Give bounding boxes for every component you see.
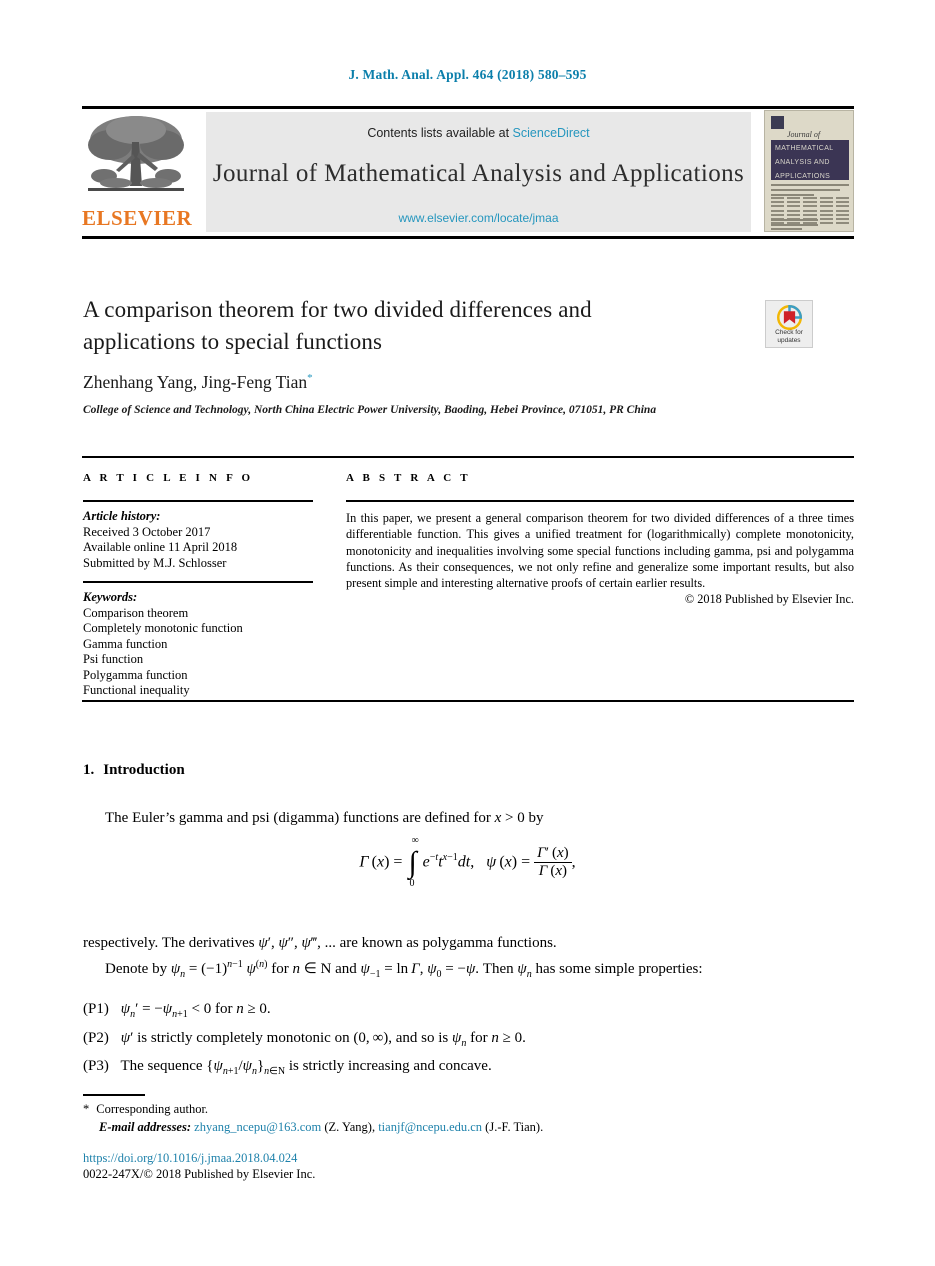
- display-equation-1: Γ (x) = ∞ ∫ 0 e−ttx−1dt, ψ (x) = Γ′ (x) Γ …: [359, 835, 576, 890]
- intro-line-respectively: respectively. The derivatives ψ′, ψ″, ψ‴…: [83, 935, 557, 951]
- keywords-block: Keywords: Comparison theorem Completely …: [83, 590, 313, 699]
- keyword-item: Completely monotonic function: [83, 621, 243, 635]
- property-text: ψ′ is strictly completely monotonic on (…: [120, 1029, 526, 1049]
- footnote-rule: [83, 1094, 145, 1096]
- email-addresses-note: E-mail addresses: zhyang_ncepu@163.com (…: [99, 1118, 783, 1136]
- keyword-item: Polygamma function: [83, 667, 188, 682]
- crossmark-line1: Check for: [775, 329, 803, 336]
- masthead-bottom-rule: [82, 236, 854, 239]
- masthead-top-rule: [82, 106, 854, 109]
- email-link-yang[interactable]: zhyang_ncepu@163.com: [194, 1120, 321, 1134]
- email-owner-tian: (J.-F. Tian).: [485, 1120, 544, 1134]
- journal-cover-thumbnail: Journal of MATHEMATICAL ANALYSIS AND APP…: [764, 110, 854, 232]
- property-item: (P2) ψ′ is strictly completely monotonic…: [83, 1027, 855, 1056]
- property-item: (P3) The sequence {ψn+1/ψn}n∈N is strict…: [83, 1055, 855, 1084]
- integral-sign-icon: ∞ ∫ 0: [408, 835, 419, 890]
- properties-list: (P1) ψn′ = −ψn+1 < 0 for n ≥ 0. (P2) ψ′ …: [83, 998, 855, 1084]
- running-head: J. Math. Anal. Appl. 464 (2018) 580–595: [348, 67, 587, 82]
- journal-masthead: ELSEVIER Contents lists available at Sci…: [82, 110, 854, 234]
- article-history-block: Article history: Received 3 October 2017…: [83, 509, 313, 571]
- crossmark-label: Check for updates: [766, 329, 812, 345]
- keyword-item: Psi function: [83, 652, 144, 666]
- footnote-block: * Corresponding author. E-mail addresses:…: [83, 1100, 783, 1136]
- article-history-label: Article history:: [83, 509, 161, 523]
- property-tag: (P3): [83, 1058, 109, 1074]
- keywords-rule: [83, 581, 313, 583]
- section-title: Introduction: [103, 762, 185, 778]
- cover-title-line1: MATHEMATICAL: [775, 145, 834, 152]
- email-label: E-mail addresses:: [99, 1120, 192, 1134]
- cover-publisher-logo-icon: [771, 116, 784, 129]
- journal-url[interactable]: www.elsevier.com/locate/jmaa: [206, 211, 751, 225]
- footnote-marker: *: [83, 1102, 90, 1116]
- article-info-heading: A R T I C L E I N F O: [83, 472, 254, 484]
- keywords-label: Keywords:: [83, 590, 138, 604]
- author-list: Zhenhang Yang, Jing-Feng Tian*: [83, 372, 313, 393]
- abstract-rule: [346, 500, 854, 502]
- elsevier-logo: ELSEVIER: [82, 110, 192, 234]
- article-info-column: A R T I C L E I N F O Article history: R…: [83, 472, 313, 699]
- history-item: Available online 11 April 2018: [83, 540, 238, 554]
- info-section-top-rule: [82, 456, 854, 458]
- elsevier-tree-icon: [88, 116, 184, 191]
- cover-title-line3: APPLICATIONS: [775, 173, 831, 180]
- affiliation: College of Science and Technology, North…: [83, 404, 657, 416]
- journal-title: Journal of Mathematical Analysis and App…: [212, 160, 745, 187]
- abstract-text: In this paper, we present a general comp…: [346, 511, 854, 591]
- cover-title-line2: ANALYSIS AND: [775, 159, 830, 166]
- info-section-bottom-rule: [82, 700, 854, 702]
- intro-line-denote: Denote by ψn = (−1)n−1 ψ(n) for n ∈ N an…: [105, 959, 703, 980]
- property-tag: (P1): [83, 1001, 109, 1017]
- doi-block: https://doi.org/10.1016/j.jmaa.2018.04.0…: [83, 1150, 315, 1182]
- property-item: (P1) ψn′ = −ψn+1 < 0 for n ≥ 0.: [83, 998, 855, 1027]
- email-link-tian[interactable]: tianjf@ncepu.edu.cn: [378, 1120, 482, 1134]
- email-owner-yang: (Z. Yang),: [324, 1120, 376, 1134]
- article-info-rule: [83, 500, 313, 502]
- property-text: ψn′ = −ψn+1 < 0 for n ≥ 0.: [120, 1001, 271, 1020]
- author-names: Zhenhang Yang, Jing-Feng Tian: [83, 372, 308, 392]
- elsevier-wordmark: ELSEVIER: [82, 206, 193, 230]
- abstract-column: A B S T R A C T In this paper, we presen…: [346, 472, 854, 607]
- history-item: Submitted by M.J. Schlosser: [83, 555, 227, 570]
- contents-line: Contents lists available at ScienceDirec…: [206, 126, 751, 140]
- paper-page: J. Math. Anal. Appl. 464 (2018) 580–595: [0, 0, 935, 1266]
- fraction-psi: Γ′ (x) Γ (x): [534, 845, 572, 881]
- cover-title-band: MATHEMATICAL ANALYSIS AND APPLICATIONS: [771, 140, 849, 180]
- cover-journal-of: Journal of: [787, 130, 821, 139]
- crossmark-icon: [777, 305, 802, 330]
- section-number: 1.: [83, 762, 95, 778]
- corresponding-author-marker[interactable]: *: [307, 372, 313, 384]
- sciencedirect-link[interactable]: ScienceDirect: [513, 126, 590, 140]
- cover-footer-lines: [771, 219, 849, 231]
- keyword-item: Functional inequality: [83, 683, 190, 697]
- doi-link[interactable]: https://doi.org/10.1016/j.jmaa.2018.04.0…: [83, 1150, 315, 1166]
- contents-prefix: Contents lists available at: [367, 126, 513, 140]
- intro-paragraph-1: The Euler’s gamma and psi (digamma) func…: [105, 810, 544, 826]
- intro-paragraph-2: respectively. The derivatives ψ′, ψ″, ψ‴…: [83, 932, 855, 986]
- abstract-copyright: © 2018 Published by Elsevier Inc.: [684, 592, 854, 607]
- abstract-heading: A B S T R A C T: [346, 472, 471, 484]
- crossmark-badge[interactable]: Check for updates: [765, 300, 813, 348]
- property-tag: (P2): [83, 1029, 109, 1046]
- section-heading-introduction: 1. Introduction: [83, 762, 185, 779]
- corresponding-author-note: * Corresponding author.: [83, 1100, 783, 1118]
- page-title: A comparison theorem for two divided dif…: [83, 297, 592, 354]
- keyword-item: Gamma function: [83, 636, 168, 651]
- keyword-item: Comparison theorem: [83, 605, 189, 620]
- issn-copyright-line: 0022-247X/© 2018 Published by Elsevier I…: [83, 1167, 316, 1181]
- property-text: The sequence {ψn+1/ψn}n∈N is strictly in…: [120, 1058, 492, 1077]
- crossmark-line2: updates: [777, 337, 801, 344]
- corresponding-author-text: Corresponding author.: [96, 1102, 209, 1116]
- history-item: Received 3 October 2017: [83, 524, 211, 539]
